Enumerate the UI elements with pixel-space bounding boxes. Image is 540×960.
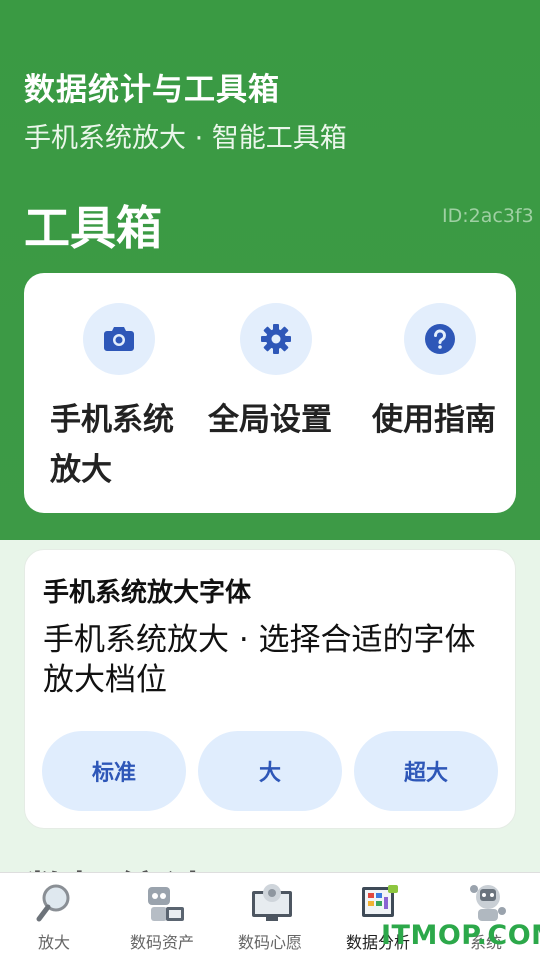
- monitor-flower-icon: [250, 881, 292, 925]
- camera-icon: [83, 303, 155, 375]
- tool-label: 手机系统放大: [50, 402, 174, 488]
- analysis-icon: [358, 881, 398, 925]
- tab-digital-assets[interactable]: 数码资产: [108, 873, 216, 960]
- robot-asset-icon: [142, 881, 184, 925]
- toolbox-card: 手机系统放大 全局设置 使用指南: [24, 273, 516, 513]
- app-title: 数据统计与工具箱: [24, 72, 280, 108]
- tool-global-settings[interactable]: 全局设置: [195, 303, 345, 445]
- tab-label: 数码心愿: [237, 933, 302, 952]
- tool-magnify[interactable]: 手机系统放大: [38, 303, 188, 495]
- watermark-text: ITMOP.COM: [381, 920, 540, 951]
- id-label: ID:2ac3f3: [442, 205, 534, 227]
- tab-digital-wishes[interactable]: 数码心愿: [216, 873, 324, 960]
- font-card-title: 手机系统放大字体: [43, 578, 252, 608]
- robot-head-icon: [466, 881, 506, 925]
- tool-label: 使用指南: [372, 402, 496, 438]
- tab-magnify[interactable]: 放大: [0, 873, 108, 960]
- tool-label: 全局设置: [208, 402, 332, 438]
- tab-label: 放大: [37, 933, 70, 952]
- help-icon: [404, 303, 476, 375]
- tool-user-guide[interactable]: 使用指南: [359, 303, 509, 445]
- header: 数据统计与工具箱 手机系统放大 · 智能工具箱 工具箱 ID:2ac3f3 手机…: [0, 0, 540, 540]
- tab-label: 数码资产: [129, 933, 194, 952]
- font-card-description: 手机系统放大 · 选择合适的字体放大档位: [43, 622, 476, 698]
- font-size-large-button[interactable]: 大: [198, 731, 342, 811]
- font-size-xlarge-button[interactable]: 超大: [354, 731, 498, 811]
- gear-icon: [240, 303, 312, 375]
- magnifier-icon: [34, 881, 74, 925]
- app-subtitle: 手机系统放大 · 智能工具箱: [24, 123, 347, 154]
- font-size-standard-button[interactable]: 标准: [42, 731, 186, 811]
- toolbox-section-title: 工具箱: [24, 201, 162, 255]
- font-size-card: 手机系统放大字体 手机系统放大 · 选择合适的字体放大档位 标准 大 超大: [24, 549, 516, 829]
